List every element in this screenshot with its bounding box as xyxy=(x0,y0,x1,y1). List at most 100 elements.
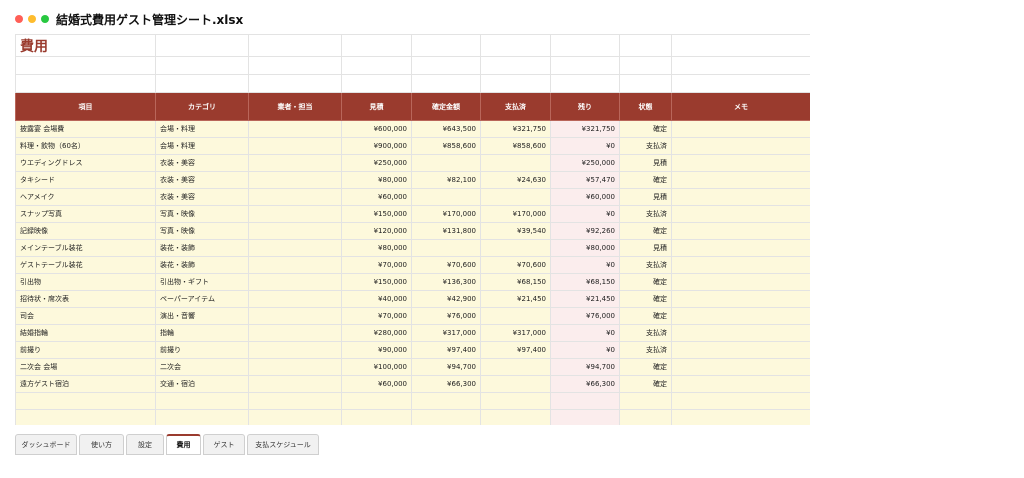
cell[interactable] xyxy=(248,74,342,93)
table-cell[interactable]: 料理・飲物（60名） xyxy=(15,137,156,155)
cell[interactable] xyxy=(155,56,249,75)
cell[interactable] xyxy=(671,392,810,410)
table-cell[interactable]: 装花・装飾 xyxy=(155,256,249,274)
table-cell[interactable]: 支払済 xyxy=(619,137,672,155)
column-header[interactable]: 見積 xyxy=(341,92,412,121)
table-cell[interactable] xyxy=(671,307,810,325)
table-cell[interactable]: ¥21,450 xyxy=(550,290,620,308)
table-cell[interactable]: 支払済 xyxy=(619,324,672,342)
table-cell[interactable]: ¥94,700 xyxy=(411,358,481,376)
table-cell[interactable]: スナップ写真 xyxy=(15,205,156,223)
column-header[interactable]: メモ xyxy=(671,92,810,121)
table-cell[interactable] xyxy=(480,358,551,376)
table-cell[interactable]: 確定 xyxy=(619,222,672,240)
sheet-title-cell[interactable]: 費用 xyxy=(15,34,156,57)
table-cell[interactable] xyxy=(671,375,810,393)
table-cell[interactable] xyxy=(671,120,810,138)
cell[interactable] xyxy=(550,74,620,93)
table-cell[interactable]: ¥21,450 xyxy=(480,290,551,308)
table-cell[interactable]: 二次会 xyxy=(155,358,249,376)
table-cell[interactable]: ¥42,900 xyxy=(411,290,481,308)
table-cell[interactable]: ¥80,000 xyxy=(550,239,620,257)
table-cell[interactable]: ¥280,000 xyxy=(341,324,412,342)
cell[interactable] xyxy=(248,392,342,410)
table-cell[interactable]: 衣装・美容 xyxy=(155,188,249,206)
table-cell[interactable]: 見積 xyxy=(619,239,672,257)
column-header[interactable]: 業者・担当 xyxy=(248,92,342,121)
table-cell[interactable]: 前撮り xyxy=(15,341,156,359)
table-cell[interactable]: ¥317,000 xyxy=(411,324,481,342)
cell[interactable] xyxy=(15,56,156,75)
table-cell[interactable]: ¥150,000 xyxy=(341,205,412,223)
cell[interactable] xyxy=(248,409,342,425)
table-cell[interactable] xyxy=(248,290,342,308)
table-cell[interactable] xyxy=(248,375,342,393)
table-cell[interactable]: 確定 xyxy=(619,171,672,189)
cell[interactable] xyxy=(341,34,412,57)
cell[interactable] xyxy=(15,409,156,425)
cell[interactable] xyxy=(341,409,412,425)
table-cell[interactable]: ¥68,150 xyxy=(480,273,551,291)
cell[interactable] xyxy=(411,74,481,93)
table-cell[interactable]: 確定 xyxy=(619,273,672,291)
table-cell[interactable] xyxy=(248,239,342,257)
sheet-tab[interactable]: 使い方 xyxy=(79,434,124,455)
column-header[interactable]: カテゴリ xyxy=(155,92,249,121)
table-cell[interactable] xyxy=(248,205,342,223)
table-cell[interactable]: 写真・映像 xyxy=(155,222,249,240)
cell[interactable] xyxy=(155,34,249,57)
table-cell[interactable]: 記録映像 xyxy=(15,222,156,240)
table-cell[interactable]: 支払済 xyxy=(619,205,672,223)
table-cell[interactable]: ¥90,000 xyxy=(341,341,412,359)
table-cell[interactable]: 確定 xyxy=(619,358,672,376)
table-cell[interactable]: ¥66,300 xyxy=(550,375,620,393)
table-cell[interactable]: ¥317,000 xyxy=(480,324,551,342)
minimize-window-button[interactable] xyxy=(28,15,36,23)
sheet-tab[interactable]: ダッシュボード xyxy=(15,434,77,455)
table-cell[interactable]: ¥82,100 xyxy=(411,171,481,189)
table-cell[interactable]: 結婚指輪 xyxy=(15,324,156,342)
table-cell[interactable] xyxy=(671,239,810,257)
cell[interactable] xyxy=(411,409,481,425)
cell[interactable] xyxy=(155,409,249,425)
table-cell[interactable]: ¥643,500 xyxy=(411,120,481,138)
table-cell[interactable] xyxy=(671,137,810,155)
table-cell[interactable]: ¥97,400 xyxy=(411,341,481,359)
table-cell[interactable] xyxy=(248,324,342,342)
table-cell[interactable]: 司会 xyxy=(15,307,156,325)
table-cell[interactable]: 支払済 xyxy=(619,256,672,274)
cell[interactable] xyxy=(341,56,412,75)
table-cell[interactable] xyxy=(671,324,810,342)
cell[interactable] xyxy=(619,74,672,93)
table-cell[interactable]: ¥60,000 xyxy=(550,188,620,206)
table-cell[interactable]: ¥0 xyxy=(550,324,620,342)
table-cell[interactable] xyxy=(248,137,342,155)
table-cell[interactable]: ¥68,150 xyxy=(550,273,620,291)
cell[interactable] xyxy=(671,34,810,57)
table-cell[interactable]: 交通・宿泊 xyxy=(155,375,249,393)
table-cell[interactable]: 披露宴 会場費 xyxy=(15,120,156,138)
table-cell[interactable]: ¥39,540 xyxy=(480,222,551,240)
table-cell[interactable]: ¥70,600 xyxy=(411,256,481,274)
table-cell[interactable]: ¥170,000 xyxy=(480,205,551,223)
table-cell[interactable]: タキシード xyxy=(15,171,156,189)
column-header[interactable]: 状態 xyxy=(619,92,672,121)
table-cell[interactable]: ヘアメイク xyxy=(15,188,156,206)
table-cell[interactable]: ¥600,000 xyxy=(341,120,412,138)
table-cell[interactable]: ¥250,000 xyxy=(550,154,620,172)
cell[interactable] xyxy=(480,34,551,57)
table-cell[interactable] xyxy=(248,341,342,359)
table-cell[interactable] xyxy=(671,205,810,223)
cell[interactable] xyxy=(619,34,672,57)
table-cell[interactable]: ¥70,600 xyxy=(480,256,551,274)
table-cell[interactable] xyxy=(480,188,551,206)
column-header[interactable]: 残り xyxy=(550,92,620,121)
table-cell[interactable]: 演出・音響 xyxy=(155,307,249,325)
cell[interactable] xyxy=(550,34,620,57)
table-cell[interactable] xyxy=(248,171,342,189)
close-window-button[interactable] xyxy=(15,15,23,23)
table-cell[interactable]: 支払済 xyxy=(619,341,672,359)
table-cell[interactable]: 確定 xyxy=(619,375,672,393)
cell[interactable] xyxy=(480,74,551,93)
table-cell[interactable]: ¥0 xyxy=(550,205,620,223)
